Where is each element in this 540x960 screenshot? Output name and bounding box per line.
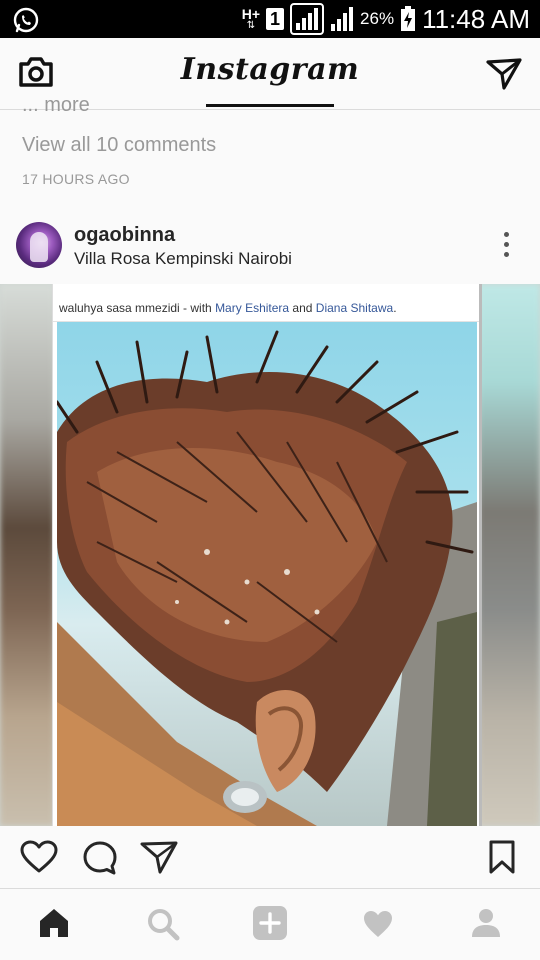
view-all-comments-link[interactable]: View all 10 comments [22,134,216,157]
comment-bubble-icon[interactable] [82,840,118,881]
embedded-caption: waluhya sasa mmezidi - with Mary Eshiter… [53,284,479,322]
heart-outline-icon[interactable] [20,840,58,879]
avatar[interactable] [16,222,62,268]
direct-message-icon[interactable] [486,58,522,95]
battery-percent: 26% [360,9,395,28]
cell-signal-2-icon [331,7,354,31]
caption-more-link[interactable]: ... more [22,100,90,118]
sim-slot-indicator: 1 [266,8,285,30]
app-logo-title: Instagram [180,52,360,87]
post-location[interactable]: Villa Rosa Kempinski Nairobi [74,249,292,269]
home-icon[interactable] [38,907,70,944]
add-icon[interactable] [252,905,288,946]
share-paper-plane-icon[interactable] [140,840,178,879]
post-actions [0,826,540,888]
profile-icon[interactable] [470,907,502,944]
bottom-navigation [0,888,540,960]
tag-link: Mary Eshitera [215,301,290,315]
tag-link: Diana Shitawa [315,301,394,315]
clock: 11:48 AM [422,3,530,34]
search-icon[interactable] [146,907,180,946]
activity-heart-icon[interactable] [362,909,394,944]
bookmark-icon[interactable] [488,840,516,879]
active-tab-underline [206,104,334,107]
status-bar: H+ ⇅ 1 26% 11:48 AM [0,0,540,38]
photo-hair [57,322,477,826]
whatsapp-notification-icon [12,6,40,39]
screenshot-card: waluhya sasa mmezidi - with Mary Eshiter… [52,284,482,826]
network-type-indicator: H+ ⇅ [241,6,261,31]
post-timestamp: 17 HOURS AGO [22,171,130,187]
post-header: ogaobinna Villa Rosa Kempinski Nairobi [0,212,540,284]
post-username[interactable]: ogaobinna [74,224,175,247]
battery-charging-icon [401,6,416,31]
post-image[interactable]: waluhya sasa mmezidi - with Mary Eshiter… [0,284,540,826]
more-options-icon[interactable] [502,232,510,260]
cell-signal-icon [290,3,325,35]
